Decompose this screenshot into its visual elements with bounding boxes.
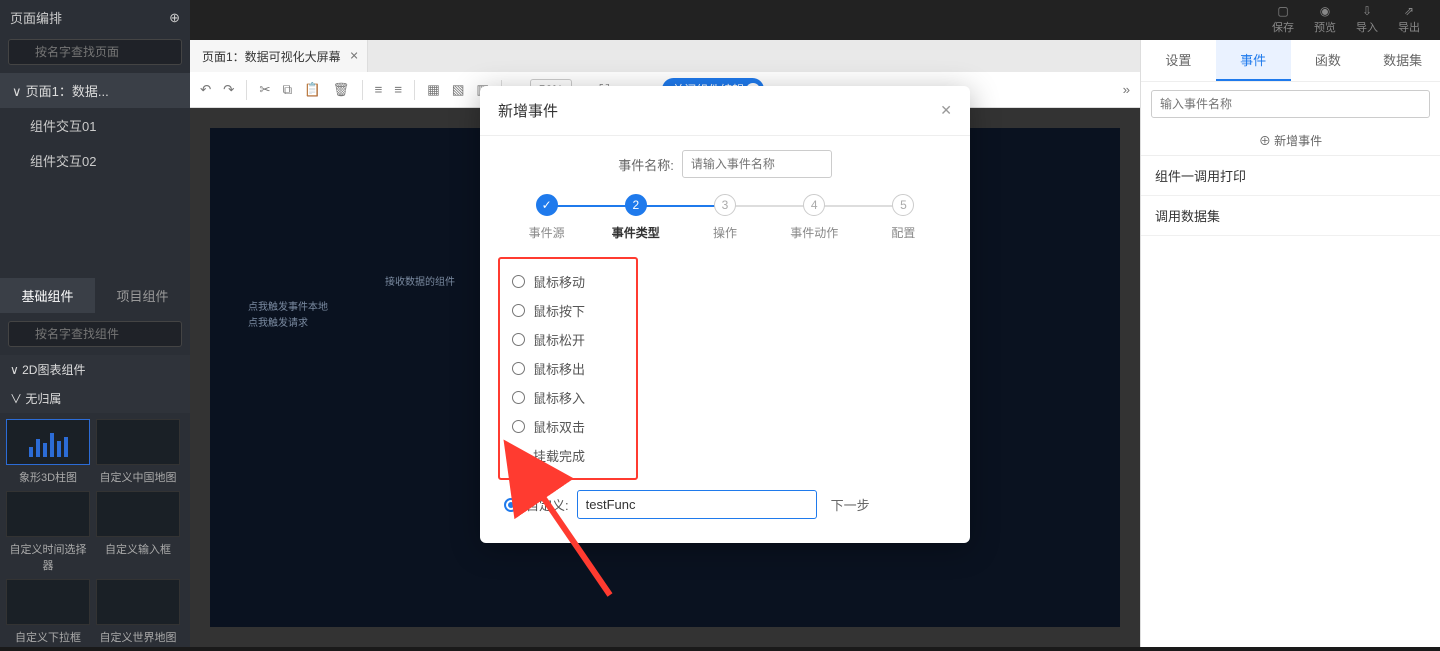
step-source-label: 事件源: [529, 224, 565, 241]
opt-mousemove-label: 鼠标移动: [533, 272, 585, 291]
radio-custom[interactable]: [504, 498, 518, 512]
opt-mouseup-label: 鼠标松开: [533, 330, 585, 349]
radio-mouseout[interactable]: [512, 362, 525, 375]
modal-title: 新增事件: [498, 100, 558, 121]
next-step-link[interactable]: 下一步: [831, 495, 870, 514]
opt-mounted-label: 挂载完成: [533, 446, 585, 465]
radio-mousein[interactable]: [512, 391, 525, 404]
step-config[interactable]: 5 配置: [859, 194, 948, 241]
step-operation[interactable]: 3 操作: [680, 194, 769, 241]
wizard-steps: ✓ 事件源 2 事件类型 3 操作 4 事件动作 5 配置: [498, 194, 952, 241]
opt-mousedown[interactable]: 鼠标按下: [512, 296, 624, 325]
radio-mouseup[interactable]: [512, 333, 525, 346]
step-number: 4: [803, 194, 825, 216]
step-number: 2: [625, 194, 647, 216]
custom-event-input[interactable]: [577, 490, 817, 519]
custom-label: 自定义:: [526, 495, 569, 514]
modal-header: 新增事件 ✕: [480, 86, 970, 136]
step-number: 3: [714, 194, 736, 216]
step-type-label: 事件类型: [612, 224, 660, 241]
event-name-input[interactable]: [682, 150, 832, 178]
step-action-label: 事件动作: [790, 224, 838, 241]
radio-mousedown[interactable]: [512, 304, 525, 317]
opt-mousein-label: 鼠标移入: [533, 388, 585, 407]
close-icon[interactable]: ✕: [940, 102, 952, 119]
check-icon: ✓: [536, 194, 558, 216]
custom-event-row: 自定义: 下一步: [504, 490, 952, 519]
step-number: 5: [892, 194, 914, 216]
opt-dblclick[interactable]: 鼠标双击: [512, 412, 624, 441]
event-type-options: 鼠标移动 鼠标按下 鼠标松开 鼠标移出 鼠标移入 鼠标双击 挂载完成: [498, 257, 638, 480]
radio-mounted[interactable]: [512, 449, 525, 462]
opt-mouseup[interactable]: 鼠标松开: [512, 325, 624, 354]
opt-mousein[interactable]: 鼠标移入: [512, 383, 624, 412]
modal-overlay: 新增事件 ✕ 事件名称: ✓ 事件源 2 事件类型 3 操作: [0, 0, 1440, 647]
opt-mousedown-label: 鼠标按下: [533, 301, 585, 320]
opt-mouseout-label: 鼠标移出: [533, 359, 585, 378]
opt-dblclick-label: 鼠标双击: [533, 417, 585, 436]
radio-dblclick[interactable]: [512, 420, 525, 433]
opt-mousemove[interactable]: 鼠标移动: [512, 267, 624, 296]
new-event-modal: 新增事件 ✕ 事件名称: ✓ 事件源 2 事件类型 3 操作: [480, 86, 970, 543]
opt-mouseout[interactable]: 鼠标移出: [512, 354, 624, 383]
step-source[interactable]: ✓ 事件源: [502, 194, 591, 241]
step-operation-label: 操作: [713, 224, 737, 241]
opt-mounted[interactable]: 挂载完成: [512, 441, 624, 470]
event-name-label: 事件名称:: [618, 155, 674, 174]
event-name-row: 事件名称:: [498, 150, 952, 178]
step-type[interactable]: 2 事件类型: [591, 194, 680, 241]
step-action[interactable]: 4 事件动作: [770, 194, 859, 241]
modal-body: 事件名称: ✓ 事件源 2 事件类型 3 操作 4 事件动作: [480, 136, 970, 543]
radio-mousemove[interactable]: [512, 275, 525, 288]
step-config-label: 配置: [891, 224, 915, 241]
